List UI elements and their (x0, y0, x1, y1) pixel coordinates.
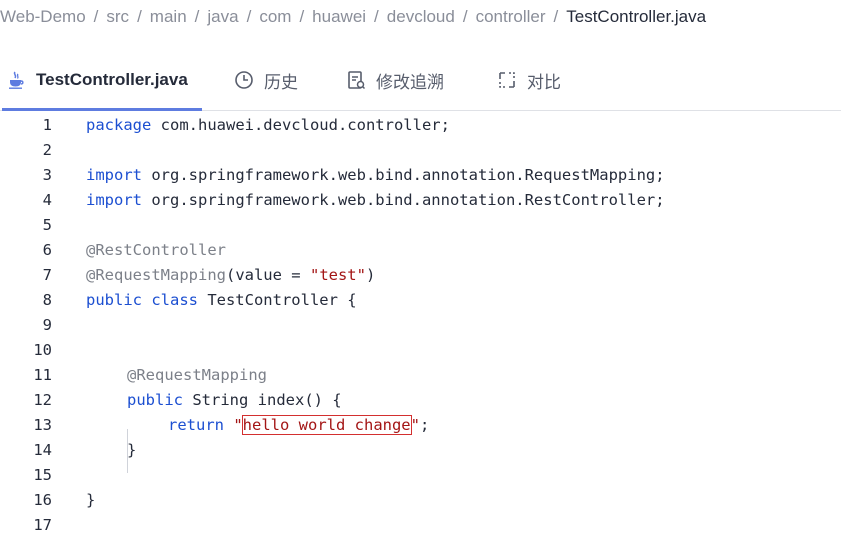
code-text: import org.springframework.web.bind.anno… (86, 188, 665, 213)
highlighted-string: hello world change (241, 415, 412, 435)
code-text: import org.springframework.web.bind.anno… (86, 163, 665, 188)
line-number: 17 (33, 516, 52, 534)
history-clock-icon (234, 70, 254, 90)
code-line: 5 (0, 213, 841, 238)
line-number: 16 (33, 491, 52, 509)
annotation-token: @RequestMapping (127, 366, 267, 384)
code-line: 6 @RestController (0, 238, 841, 263)
string-token: " (410, 416, 420, 434)
code-viewer[interactable]: 1 package com.huawei.devcloud.controller… (0, 112, 841, 538)
code-text: } (127, 441, 137, 459)
code-line: 17 (0, 513, 841, 538)
code-text: public String index() { (127, 388, 342, 413)
breadcrumb-item-main[interactable]: main (150, 7, 187, 27)
indent-guide (127, 429, 128, 473)
keyword-token: package (86, 116, 152, 134)
annotation-token: @RestController (86, 241, 226, 259)
breadcrumb: Web-Demo / src / main / java / com / hua… (0, 0, 841, 34)
code-text: @RequestMapping(value = "test") (86, 263, 375, 288)
code-token: org.springframework.web.bind.annotation.… (142, 191, 665, 209)
breadcrumb-separator: / (93, 7, 99, 26)
keyword-token: import (86, 191, 142, 209)
tab-file-label: TestController.java (36, 70, 188, 89)
code-line: 12 public String index() { (0, 388, 841, 413)
tab-history[interactable]: 历史 (234, 56, 298, 104)
breadcrumb-current-file: TestController.java (566, 7, 707, 26)
string-token: "test" (309, 266, 366, 284)
tab-revision-trace[interactable]: 修改追溯 (346, 56, 444, 104)
tab-revision-trace-label: 修改追溯 (376, 72, 444, 92)
tab-history-label: 历史 (264, 72, 298, 92)
active-tab-indicator (2, 108, 202, 111)
code-line: 10 (0, 338, 841, 363)
document-trace-icon (346, 70, 366, 90)
keyword-token: import (86, 166, 142, 184)
line-number: 13 (33, 416, 52, 434)
code-text: @RestController (86, 238, 226, 263)
code-text: return "hello world change"; (168, 413, 429, 438)
line-number: 12 (33, 391, 52, 409)
line-number: 2 (42, 141, 52, 159)
line-number: 6 (42, 241, 52, 259)
keyword-token: public (127, 391, 183, 409)
code-text: } (86, 491, 96, 509)
tab-compare[interactable]: 对比 (497, 56, 561, 104)
code-token: (value = (225, 266, 310, 284)
line-number: 1 (42, 116, 52, 134)
code-token: ) (365, 266, 376, 284)
line-number: 15 (33, 466, 52, 484)
breadcrumb-separator: / (374, 7, 379, 26)
string-token: " (224, 416, 243, 434)
code-token: TestController { (197, 291, 357, 309)
breadcrumb-separator: / (137, 7, 142, 26)
code-line: 9 (0, 313, 841, 338)
code-line: 16 } (0, 488, 841, 513)
compare-icon (497, 70, 517, 90)
code-token: ; (420, 416, 430, 434)
line-number: 10 (33, 341, 52, 359)
breadcrumb-item-controller[interactable]: controller (476, 7, 546, 27)
breadcrumb-separator: / (246, 7, 252, 26)
breadcrumb-item-com[interactable]: com (259, 7, 291, 27)
breadcrumb-separator: / (553, 7, 559, 26)
line-number: 7 (42, 266, 52, 284)
code-line: 7 @RequestMapping(value = "test") (0, 263, 841, 288)
tab-file-content[interactable]: TestController.java (6, 56, 188, 104)
code-line: 1 package com.huawei.devcloud.controller… (0, 113, 841, 138)
line-number: 14 (33, 441, 52, 459)
line-number: 3 (42, 166, 52, 184)
annotation-token: @RequestMapping (86, 266, 226, 284)
code-line: 4 import org.springframework.web.bind.an… (0, 188, 841, 213)
line-number: 4 (42, 191, 52, 209)
code-line: 11 @RequestMapping (0, 363, 841, 388)
breadcrumb-separator: / (299, 7, 305, 26)
line-number: 5 (42, 216, 52, 234)
code-token: com.huawei.devcloud.controller; (151, 116, 450, 134)
code-token: String index() { (183, 391, 342, 409)
breadcrumb-separator: / (462, 7, 468, 26)
code-line: 3 import org.springframework.web.bind.an… (0, 163, 841, 188)
keyword-token: public class (86, 291, 198, 309)
tab-compare-label: 对比 (527, 72, 561, 92)
breadcrumb-item-devcloud[interactable]: devcloud (387, 7, 455, 27)
code-line: 2 (0, 138, 841, 163)
keyword-token: return (168, 416, 224, 434)
breadcrumb-item-src[interactable]: src (106, 7, 129, 27)
file-tab-bar: TestController.java 历史 修改追溯 对比 (0, 56, 841, 111)
breadcrumb-separator: / (194, 7, 200, 26)
code-token: org.springframework.web.bind.annotation.… (142, 166, 665, 184)
line-number: 8 (42, 291, 52, 309)
breadcrumb-item-java[interactable]: java (207, 7, 238, 27)
breadcrumb-item-huawei[interactable]: huawei (312, 7, 366, 27)
code-text: package com.huawei.devcloud.controller; (86, 113, 450, 138)
line-number: 9 (42, 316, 52, 334)
code-text: public class TestController { (86, 288, 357, 313)
code-text: @RequestMapping (127, 363, 267, 388)
code-line: 8 public class TestController { (0, 288, 841, 313)
java-file-icon (6, 70, 26, 90)
breadcrumb-item-web-demo[interactable]: Web-Demo (0, 7, 86, 27)
line-number: 11 (33, 366, 52, 384)
